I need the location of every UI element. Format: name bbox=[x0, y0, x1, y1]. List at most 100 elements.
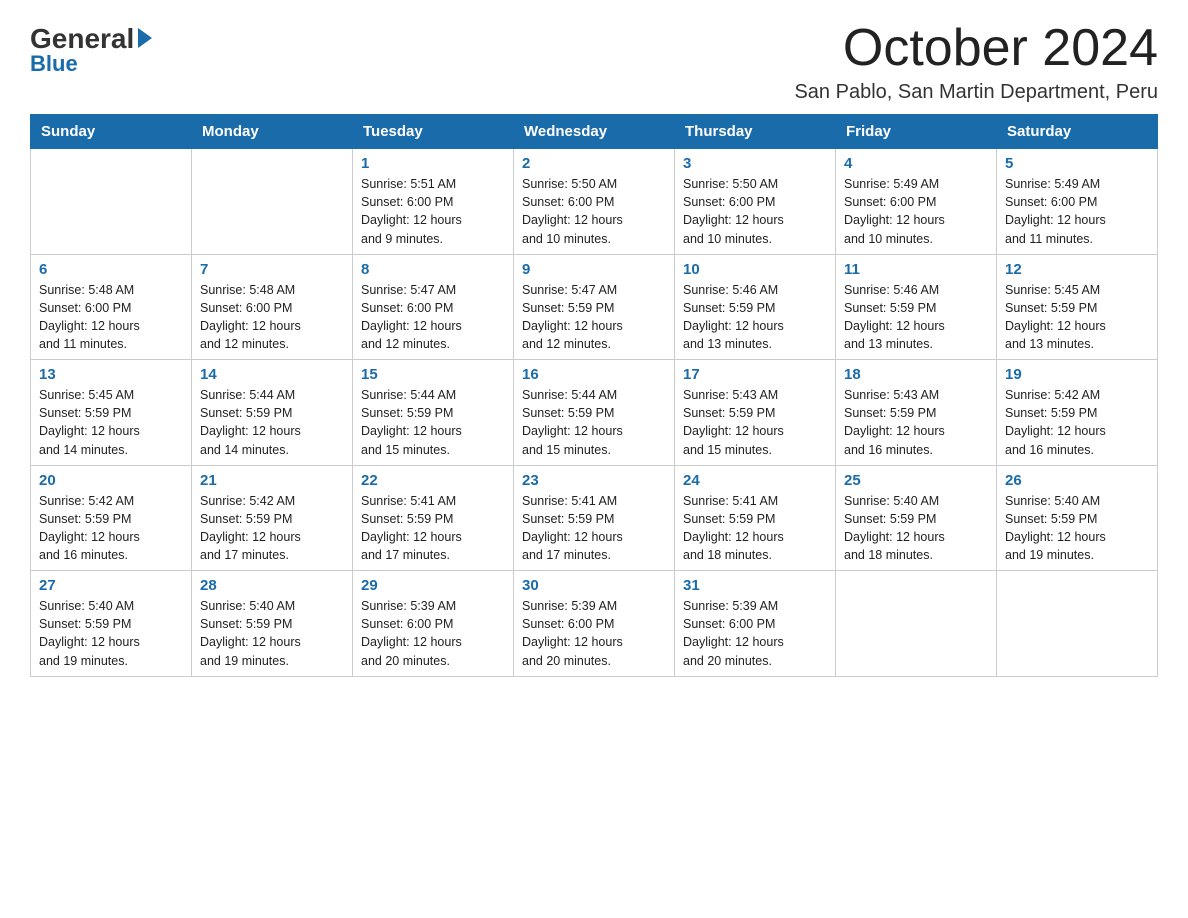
day-info: Sunrise: 5:43 AM Sunset: 5:59 PM Dayligh… bbox=[844, 386, 988, 459]
calendar-cell: 12 Sunrise: 5:45 AM Sunset: 5:59 PM Dayli… bbox=[997, 254, 1158, 360]
calendar-body: 1Sunrise: 5:51 AM Sunset: 6:00 PM Daylig… bbox=[31, 149, 1158, 677]
day-number: 24 bbox=[683, 472, 827, 489]
day-number: 27 bbox=[39, 577, 183, 594]
calendar-cell: 3Sunrise: 5:50 AM Sunset: 6:00 PM Daylig… bbox=[675, 149, 836, 255]
calendar-cell bbox=[192, 149, 353, 255]
calendar-cell: 28 Sunrise: 5:40 AM Sunset: 5:59 PM Dayli… bbox=[192, 571, 353, 677]
day-info: Sunrise: 5:42 AM Sunset: 5:59 PM Dayligh… bbox=[200, 492, 344, 565]
calendar-header-thursday: Thursday bbox=[675, 115, 836, 149]
calendar-cell: 5 Sunrise: 5:49 AM Sunset: 6:00 PM Daylig… bbox=[997, 149, 1158, 255]
day-info: Sunrise: 5:45 AM Sunset: 5:59 PM Dayligh… bbox=[39, 386, 183, 459]
day-number: 21 bbox=[200, 472, 344, 489]
day-number: 29 bbox=[361, 577, 505, 594]
day-info: Sunrise: 5:44 AM Sunset: 5:59 PM Dayligh… bbox=[361, 386, 505, 459]
calendar-cell: 1Sunrise: 5:51 AM Sunset: 6:00 PM Daylig… bbox=[353, 149, 514, 255]
calendar-cell: 29Sunrise: 5:39 AM Sunset: 6:00 PM Dayli… bbox=[353, 571, 514, 677]
day-number: 1 bbox=[361, 155, 505, 172]
day-number: 11 bbox=[844, 261, 988, 278]
location-title: San Pablo, San Martin Department, Peru bbox=[794, 81, 1158, 104]
day-number: 30 bbox=[522, 577, 666, 594]
calendar-cell: 24 Sunrise: 5:41 AM Sunset: 5:59 PM Dayli… bbox=[675, 465, 836, 571]
calendar-cell: 25 Sunrise: 5:40 AM Sunset: 5:59 PM Dayli… bbox=[836, 465, 997, 571]
calendar-cell: 2 Sunrise: 5:50 AM Sunset: 6:00 PM Daylig… bbox=[514, 149, 675, 255]
day-number: 2 bbox=[522, 155, 666, 172]
day-number: 31 bbox=[683, 577, 827, 594]
calendar-cell bbox=[836, 571, 997, 677]
logo-blue: Blue bbox=[30, 53, 78, 75]
calendar-cell: 15 Sunrise: 5:44 AM Sunset: 5:59 PM Dayli… bbox=[353, 360, 514, 466]
title-area: October 2024 San Pablo, San Martin Depar… bbox=[794, 20, 1158, 104]
page-header: General Blue October 2024 San Pablo, San… bbox=[30, 20, 1158, 104]
calendar-cell: 21 Sunrise: 5:42 AM Sunset: 5:59 PM Dayli… bbox=[192, 465, 353, 571]
calendar-cell: 17 Sunrise: 5:43 AM Sunset: 5:59 PM Dayli… bbox=[675, 360, 836, 466]
logo-general: General bbox=[30, 25, 134, 53]
day-info: Sunrise: 5:46 AM Sunset: 5:59 PM Dayligh… bbox=[844, 281, 988, 354]
day-number: 7 bbox=[200, 261, 344, 278]
day-number: 17 bbox=[683, 366, 827, 383]
calendar-cell bbox=[31, 149, 192, 255]
calendar-cell: 6Sunrise: 5:48 AM Sunset: 6:00 PM Daylig… bbox=[31, 254, 192, 360]
day-info: Sunrise: 5:42 AM Sunset: 5:59 PM Dayligh… bbox=[1005, 386, 1149, 459]
logo: General Blue bbox=[30, 20, 152, 75]
day-number: 19 bbox=[1005, 366, 1149, 383]
day-info: Sunrise: 5:50 AM Sunset: 6:00 PM Dayligh… bbox=[522, 175, 666, 248]
day-info: Sunrise: 5:41 AM Sunset: 5:59 PM Dayligh… bbox=[361, 492, 505, 565]
calendar-week-row: 13 Sunrise: 5:45 AM Sunset: 5:59 PM Dayli… bbox=[31, 360, 1158, 466]
calendar-cell: 9Sunrise: 5:47 AM Sunset: 5:59 PM Daylig… bbox=[514, 254, 675, 360]
day-info: Sunrise: 5:39 AM Sunset: 6:00 PM Dayligh… bbox=[683, 597, 827, 670]
day-number: 5 bbox=[1005, 155, 1149, 172]
calendar-header-row: SundayMondayTuesdayWednesdayThursdayFrid… bbox=[31, 115, 1158, 149]
calendar-header-saturday: Saturday bbox=[997, 115, 1158, 149]
day-number: 16 bbox=[522, 366, 666, 383]
calendar-week-row: 20 Sunrise: 5:42 AM Sunset: 5:59 PM Dayli… bbox=[31, 465, 1158, 571]
day-info: Sunrise: 5:47 AM Sunset: 6:00 PM Dayligh… bbox=[361, 281, 505, 354]
calendar-header-tuesday: Tuesday bbox=[353, 115, 514, 149]
day-number: 9 bbox=[522, 261, 666, 278]
day-info: Sunrise: 5:42 AM Sunset: 5:59 PM Dayligh… bbox=[39, 492, 183, 565]
day-info: Sunrise: 5:45 AM Sunset: 5:59 PM Dayligh… bbox=[1005, 281, 1149, 354]
calendar-week-row: 27 Sunrise: 5:40 AM Sunset: 5:59 PM Dayli… bbox=[31, 571, 1158, 677]
day-info: Sunrise: 5:44 AM Sunset: 5:59 PM Dayligh… bbox=[522, 386, 666, 459]
day-number: 20 bbox=[39, 472, 183, 489]
calendar-cell: 11 Sunrise: 5:46 AM Sunset: 5:59 PM Dayli… bbox=[836, 254, 997, 360]
month-title: October 2024 bbox=[794, 20, 1158, 77]
day-info: Sunrise: 5:48 AM Sunset: 6:00 PM Dayligh… bbox=[39, 281, 183, 354]
calendar-cell: 16 Sunrise: 5:44 AM Sunset: 5:59 PM Dayli… bbox=[514, 360, 675, 466]
calendar-week-row: 1Sunrise: 5:51 AM Sunset: 6:00 PM Daylig… bbox=[31, 149, 1158, 255]
calendar-cell: 26 Sunrise: 5:40 AM Sunset: 5:59 PM Dayli… bbox=[997, 465, 1158, 571]
day-number: 25 bbox=[844, 472, 988, 489]
day-info: Sunrise: 5:40 AM Sunset: 5:59 PM Dayligh… bbox=[844, 492, 988, 565]
day-info: Sunrise: 5:41 AM Sunset: 5:59 PM Dayligh… bbox=[683, 492, 827, 565]
day-number: 4 bbox=[844, 155, 988, 172]
day-info: Sunrise: 5:49 AM Sunset: 6:00 PM Dayligh… bbox=[844, 175, 988, 248]
calendar-cell: 31 Sunrise: 5:39 AM Sunset: 6:00 PM Dayli… bbox=[675, 571, 836, 677]
calendar-cell: 14Sunrise: 5:44 AM Sunset: 5:59 PM Dayli… bbox=[192, 360, 353, 466]
day-number: 22 bbox=[361, 472, 505, 489]
day-number: 8 bbox=[361, 261, 505, 278]
day-info: Sunrise: 5:48 AM Sunset: 6:00 PM Dayligh… bbox=[200, 281, 344, 354]
calendar-cell: 30 Sunrise: 5:39 AM Sunset: 6:00 PM Dayli… bbox=[514, 571, 675, 677]
day-number: 13 bbox=[39, 366, 183, 383]
day-number: 10 bbox=[683, 261, 827, 278]
day-info: Sunrise: 5:40 AM Sunset: 5:59 PM Dayligh… bbox=[200, 597, 344, 670]
day-number: 28 bbox=[200, 577, 344, 594]
day-info: Sunrise: 5:41 AM Sunset: 5:59 PM Dayligh… bbox=[522, 492, 666, 565]
day-info: Sunrise: 5:40 AM Sunset: 5:59 PM Dayligh… bbox=[1005, 492, 1149, 565]
day-info: Sunrise: 5:46 AM Sunset: 5:59 PM Dayligh… bbox=[683, 281, 827, 354]
day-number: 26 bbox=[1005, 472, 1149, 489]
day-info: Sunrise: 5:39 AM Sunset: 6:00 PM Dayligh… bbox=[522, 597, 666, 670]
day-number: 18 bbox=[844, 366, 988, 383]
day-number: 15 bbox=[361, 366, 505, 383]
day-info: Sunrise: 5:40 AM Sunset: 5:59 PM Dayligh… bbox=[39, 597, 183, 670]
calendar-cell: 20 Sunrise: 5:42 AM Sunset: 5:59 PM Dayli… bbox=[31, 465, 192, 571]
calendar-table: SundayMondayTuesdayWednesdayThursdayFrid… bbox=[30, 114, 1158, 677]
calendar-cell: 27 Sunrise: 5:40 AM Sunset: 5:59 PM Dayli… bbox=[31, 571, 192, 677]
calendar-header-wednesday: Wednesday bbox=[514, 115, 675, 149]
day-number: 12 bbox=[1005, 261, 1149, 278]
day-info: Sunrise: 5:49 AM Sunset: 6:00 PM Dayligh… bbox=[1005, 175, 1149, 248]
calendar-cell: 23Sunrise: 5:41 AM Sunset: 5:59 PM Dayli… bbox=[514, 465, 675, 571]
calendar-header-friday: Friday bbox=[836, 115, 997, 149]
calendar-cell: 22 Sunrise: 5:41 AM Sunset: 5:59 PM Dayli… bbox=[353, 465, 514, 571]
day-info: Sunrise: 5:50 AM Sunset: 6:00 PM Dayligh… bbox=[683, 175, 827, 248]
day-info: Sunrise: 5:43 AM Sunset: 5:59 PM Dayligh… bbox=[683, 386, 827, 459]
